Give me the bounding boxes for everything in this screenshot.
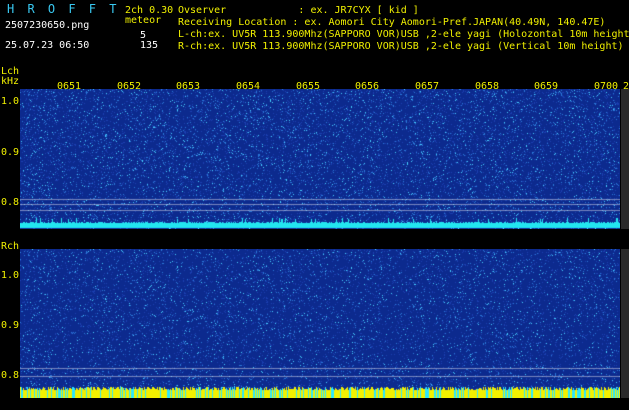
location-line: Receiving Location : ex. Aomori City Aom…	[178, 17, 606, 28]
meteor-count-rch: 135	[140, 40, 159, 51]
unit-label: kHz	[1, 76, 20, 87]
lch-tick-0-8: 0.8	[1, 197, 20, 208]
filename-label: 2507230650.png	[5, 20, 90, 31]
rch-label: Rch	[1, 241, 20, 252]
lch-config-line: L-ch:ex. UV5R 113.900Mhz(SAPPORO VOR)USB…	[178, 29, 629, 40]
meteor-label: meteor	[125, 15, 162, 26]
rch-tick-1-0: 1.0	[1, 270, 20, 281]
rch-spectrogram	[20, 249, 620, 398]
lch-tick-1-0: 1.0	[1, 96, 20, 107]
rch-tick-0-9: 0.9	[1, 320, 20, 331]
rch-config-line: R-ch:ex. UV5R 113.900Mhz(SAPPORO VOR)USB…	[178, 41, 624, 52]
lch-spectrogram	[20, 89, 620, 229]
app-logo: H R O F F T	[7, 2, 120, 16]
datetime-label: 25.07.23 06:50	[5, 40, 90, 51]
observer-line: Ovserver : ex. JR7CYX [ kid ]	[178, 5, 419, 16]
rch-tick-0-8: 0.8	[1, 370, 20, 381]
lch-right-edge	[621, 89, 629, 229]
rch-right-edge	[621, 249, 629, 398]
lch-tick-0-9: 0.9	[1, 147, 20, 158]
